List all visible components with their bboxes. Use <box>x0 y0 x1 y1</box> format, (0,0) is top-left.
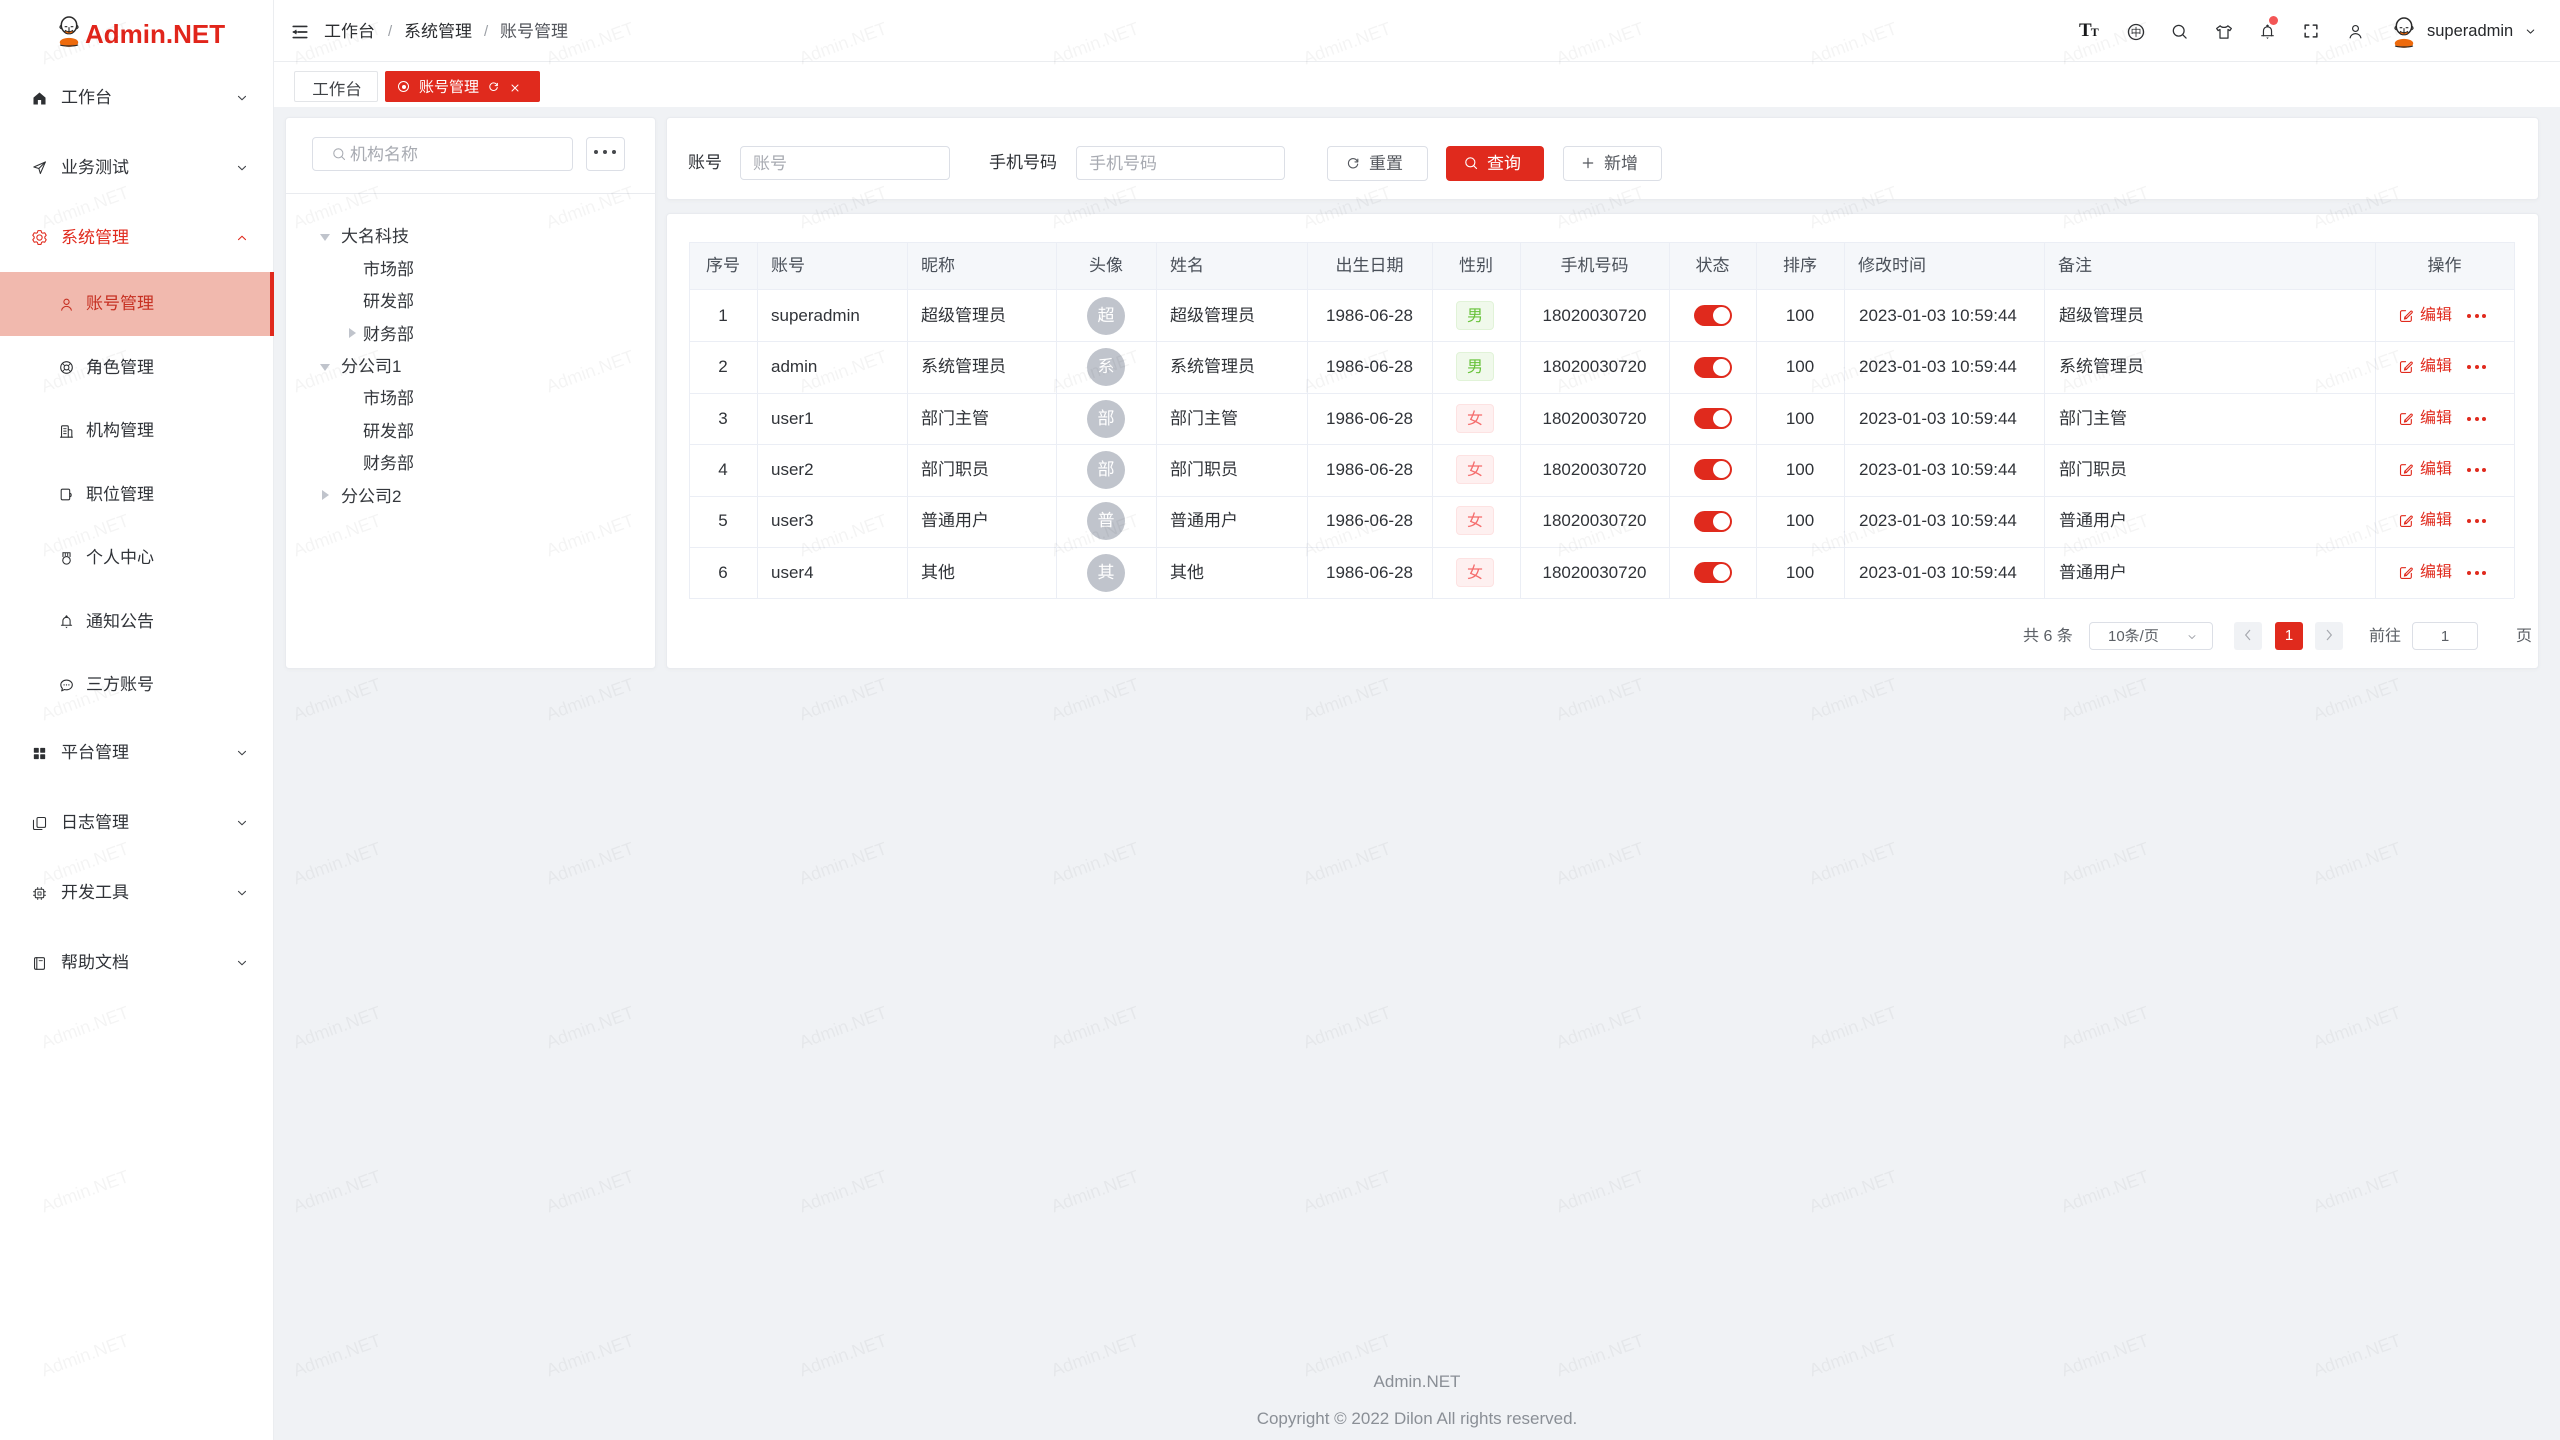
svg-text:中: 中 <box>2131 24 2142 40</box>
